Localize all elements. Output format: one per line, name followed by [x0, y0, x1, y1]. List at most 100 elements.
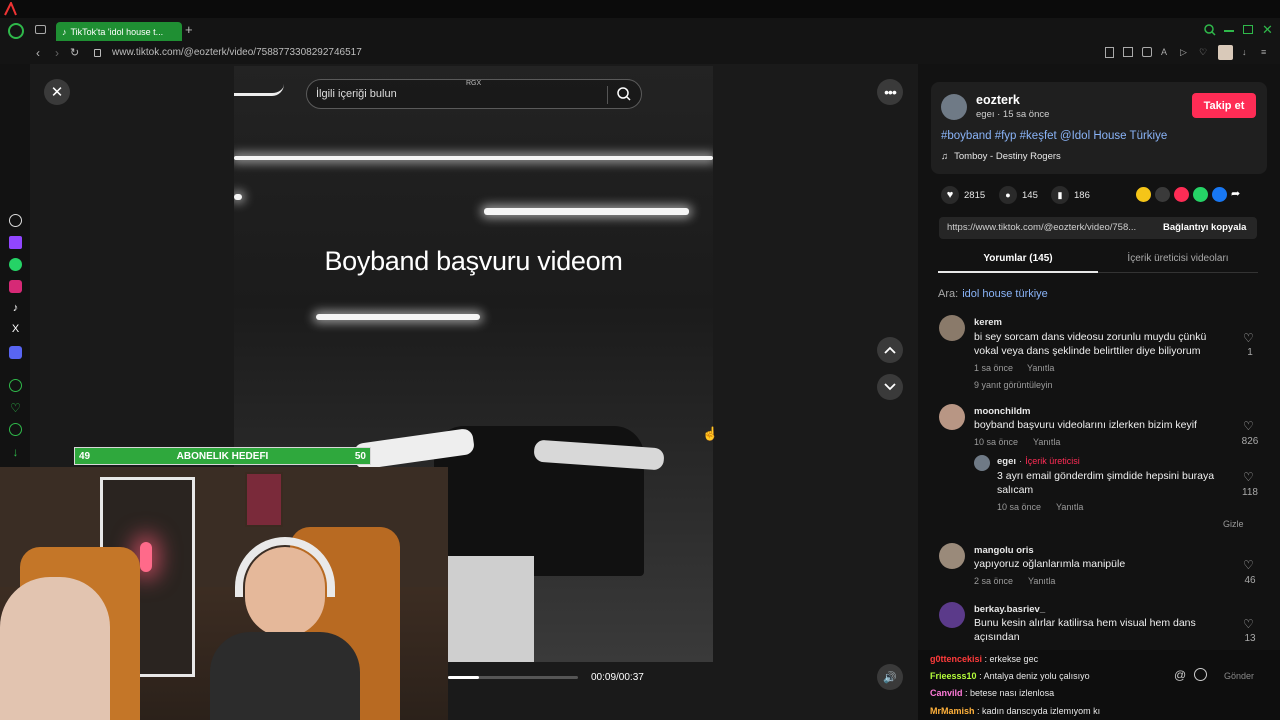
reply-button[interactable]: Yanıtla — [1028, 576, 1055, 586]
new-tab-icon[interactable]: + — [185, 22, 193, 37]
share-arrow-icon[interactable]: ➦ — [1231, 187, 1246, 202]
downloads-icon[interactable]: ↓ — [9, 445, 22, 459]
wall-poster — [245, 472, 283, 527]
reply-button[interactable]: Yanıtla — [1056, 502, 1083, 512]
tiktok-icon[interactable]: ♪ — [9, 302, 22, 315]
embed-icon[interactable] — [1155, 187, 1170, 202]
chat-text: : Antalya deniz yolu çalısıyo — [979, 671, 1090, 681]
comment-avatar[interactable] — [939, 315, 965, 341]
reload-icon[interactable]: ↻ — [70, 46, 79, 59]
tab-overview-icon[interactable] — [35, 25, 46, 34]
discord-icon[interactable] — [9, 346, 22, 359]
comment-like-icon[interactable]: ♡ — [1243, 470, 1254, 484]
reply-username[interactable]: egeı — [997, 456, 1016, 467]
next-video-button[interactable] — [877, 374, 903, 400]
tab-creator-videos[interactable]: İçerik üreticisi videoları — [1098, 253, 1258, 264]
author-avatar[interactable] — [941, 94, 967, 120]
browser-logo-icon[interactable] — [8, 23, 24, 39]
tab-tiktok[interactable]: ♪ TikTok'ta 'idol house t... — [56, 22, 182, 41]
hide-replies-button[interactable]: Gizle — [1223, 519, 1244, 529]
copy-link-button[interactable]: Bağlantıyı kopyala — [1163, 222, 1246, 233]
reply-button[interactable]: Yanıtla — [1027, 363, 1054, 373]
history-icon[interactable] — [9, 423, 22, 436]
goal-current: 49 — [79, 450, 91, 462]
chevron-up-icon — [884, 346, 896, 354]
tab-comments[interactable]: Yorumlar (145) — [938, 253, 1098, 264]
lock-icon[interactable] — [94, 49, 101, 57]
comment-button[interactable]: ● — [999, 186, 1017, 204]
sound-icon[interactable]: ♪ — [62, 27, 67, 37]
chatgpt-icon[interactable] — [9, 214, 22, 227]
profile-avatar[interactable] — [1218, 45, 1233, 60]
previous-video-button[interactable] — [877, 337, 903, 363]
comment-like-icon[interactable]: ♡ — [1243, 419, 1254, 433]
like-button[interactable]: ♥ — [941, 186, 959, 204]
x-icon[interactable]: X — [9, 323, 22, 336]
close-video-button[interactable]: ✕ — [44, 79, 70, 105]
related-search-link[interactable]: Ara: idol house türkiye — [938, 288, 1048, 300]
comment-text: boyband başvuru videolarını izlerken biz… — [974, 419, 1197, 431]
reply-button[interactable]: Yanıtla — [1033, 437, 1060, 447]
mention-icon[interactable]: @ — [1174, 668, 1186, 682]
person-left — [0, 577, 110, 720]
emoji-icon[interactable] — [1194, 668, 1207, 681]
shield-icon[interactable] — [1142, 47, 1152, 57]
play-icon[interactable]: ▷ — [1180, 47, 1190, 57]
comment-like-icon[interactable]: ♡ — [1243, 558, 1254, 572]
comment-text: bi sey sorcam dans videosu zorunlu muydu… — [974, 331, 1207, 357]
save-button[interactable]: ▮ — [1051, 186, 1069, 204]
close-icon: ✕ — [50, 84, 64, 101]
video-progress-bar[interactable] — [448, 676, 578, 679]
player-icon[interactable] — [9, 379, 22, 392]
twitch-icon[interactable] — [9, 236, 22, 249]
translate-icon[interactable]: A — [1161, 47, 1171, 57]
favorites-icon[interactable]: ♡ — [9, 401, 22, 415]
close-window-icon[interactable]: ✕ — [1262, 22, 1273, 38]
comment-username[interactable]: kerem — [974, 317, 1002, 328]
chat-text: : betese nası izlenlosa — [965, 688, 1055, 698]
pin-icon[interactable] — [1105, 47, 1114, 58]
more-options-button[interactable]: ••• — [877, 79, 903, 105]
comment-avatar[interactable] — [939, 404, 965, 430]
ellipsis-icon: ••• — [884, 84, 897, 100]
comment-like-count: 46 — [1244, 575, 1256, 586]
download-icon[interactable]: ↓ — [1242, 47, 1252, 57]
comment-like-icon[interactable]: ♡ — [1243, 331, 1254, 345]
search-icon[interactable] — [617, 87, 631, 101]
search-placeholder: İlgili içeriği bulun — [316, 88, 397, 100]
view-replies-button[interactable]: 9 yanıt görüntüleyin — [974, 380, 1053, 390]
video-link[interactable]: https://www.tiktok.com/@eozterk/video/75… — [947, 222, 1136, 233]
comment-username[interactable]: berkay.basriev_ — [974, 604, 1045, 615]
whatsapp-icon[interactable] — [9, 258, 22, 271]
comment-username[interactable]: moonchildm — [974, 406, 1030, 417]
screenshot-icon[interactable] — [1123, 47, 1133, 57]
chat-send-button[interactable]: Gönder — [1224, 671, 1254, 681]
url-field[interactable]: www.tiktok.com/@eozterk/video/7588773308… — [112, 47, 362, 58]
whatsapp-share-icon[interactable] — [1193, 187, 1208, 202]
video-overlay-text: Boyband başvuru videom — [324, 246, 623, 276]
save-count: 186 — [1074, 190, 1090, 201]
author-username[interactable]: eozterk — [976, 93, 1020, 107]
comment-like-icon[interactable]: ♡ — [1243, 617, 1254, 631]
post-caption[interactable]: #boyband #fyp #keşfet @Idol House Türkiy… — [941, 130, 1167, 142]
chat-text: : kadın danscıyda izlemıyom kı — [977, 706, 1101, 716]
follow-button[interactable]: Takip et — [1192, 93, 1256, 118]
reply-avatar[interactable] — [974, 455, 990, 471]
comment-username[interactable]: mangolu oris — [974, 545, 1034, 556]
comment-avatar[interactable] — [939, 543, 965, 569]
heart-icon[interactable]: ♡ — [1199, 47, 1209, 57]
menu-icon[interactable]: ≡ — [1261, 47, 1271, 57]
post-music[interactable]: ♫ Tomboy - Destiny Rogers — [941, 151, 1061, 162]
chat-user: MrMamish — [930, 706, 975, 716]
forward-icon[interactable]: › — [55, 46, 59, 60]
instagram-icon[interactable] — [9, 280, 22, 293]
emoji-share-icon[interactable] — [1136, 187, 1151, 202]
maximize-icon[interactable] — [1243, 25, 1253, 34]
volume-button[interactable]: 🔊 — [877, 664, 903, 690]
send-icon[interactable] — [1174, 187, 1189, 202]
comment-avatar[interactable] — [939, 602, 965, 628]
back-icon[interactable]: ‹ — [36, 46, 40, 60]
search-tabs-icon[interactable] — [1204, 24, 1216, 36]
minimize-icon[interactable] — [1224, 30, 1234, 32]
facebook-share-icon[interactable] — [1212, 187, 1227, 202]
